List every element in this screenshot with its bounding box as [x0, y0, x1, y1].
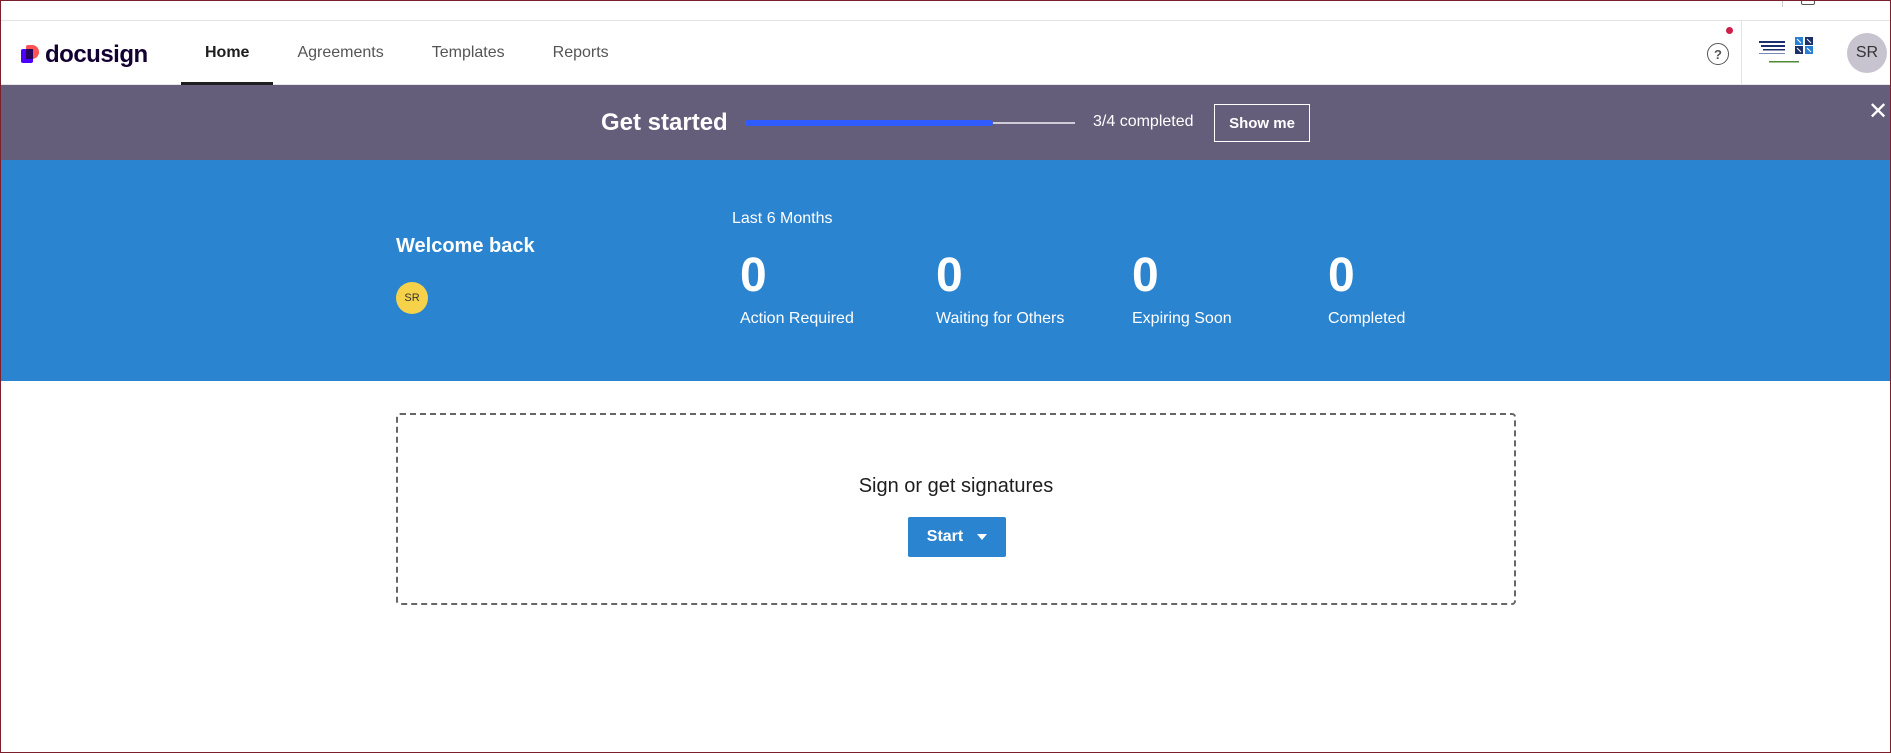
header-divider — [1741, 21, 1742, 85]
stat-action-required[interactable]: 0 Action Required — [740, 248, 920, 328]
nav-reports-label: Reports — [552, 44, 609, 61]
start-button[interactable]: Start — [908, 517, 1006, 557]
nav-templates-label: Templates — [431, 44, 505, 61]
get-started-banner: Get started 3/4 completed Show me ✕ — [1, 85, 1890, 160]
welcome-section: Welcome back SR Last 6 Months 0 Action R… — [1, 160, 1890, 381]
stat-value: 0 — [936, 249, 963, 302]
docusign-logo-icon — [21, 45, 41, 65]
main-nav: Home Agreements Templates Reports — [181, 21, 633, 85]
show-me-button[interactable]: Show me — [1214, 104, 1310, 142]
logo-text: docusign — [45, 41, 148, 68]
organization-logo-icon[interactable] — [1757, 33, 1821, 67]
chevron-down-icon — [977, 534, 988, 540]
user-avatar-initials: SR — [1855, 44, 1879, 61]
docusign-logo[interactable]: docusign — [21, 41, 148, 69]
browser-bookmark-strip — [1, 1, 1890, 21]
notification-dot — [1726, 27, 1733, 34]
folder-icon — [1801, 1, 1815, 5]
welcome-avatar: SR — [396, 282, 428, 314]
nav-home[interactable]: Home — [181, 21, 274, 85]
user-avatar-button[interactable]: SR — [1847, 33, 1887, 73]
progress-fill — [745, 120, 993, 126]
progress-bar — [745, 120, 1075, 126]
stat-completed[interactable]: 0 Completed — [1328, 248, 1508, 328]
dropzone-title: Sign or get signatures — [858, 475, 1054, 497]
nav-agreements[interactable]: Agreements — [273, 21, 407, 85]
stat-value: 0 — [740, 249, 767, 302]
nav-reports[interactable]: Reports — [529, 21, 633, 85]
app-window: docusign Home Agreements Templates Repor… — [0, 0, 1891, 753]
welcome-avatar-initials: SR — [404, 292, 420, 304]
stat-expiring-soon[interactable]: 0 Expiring Soon — [1132, 248, 1312, 328]
progress-text: 3/4 completed — [1093, 113, 1194, 130]
top-header: docusign Home Agreements Templates Repor… — [1, 21, 1890, 85]
bookmarks-folder[interactable] — [1782, 1, 1882, 7]
close-icon[interactable]: ✕ — [1867, 100, 1889, 124]
nav-agreements-label: Agreements — [297, 44, 384, 61]
stat-waiting-for-others[interactable]: 0 Waiting for Others — [936, 248, 1116, 328]
period-label: Last 6 Months — [732, 210, 833, 227]
stat-label: Completed — [1328, 310, 1406, 327]
stat-label: Action Required — [740, 310, 854, 327]
stat-value: 0 — [1132, 249, 1159, 302]
welcome-title: Welcome back — [396, 235, 535, 257]
question-circle-icon[interactable]: ? — [1707, 43, 1729, 65]
stat-label: Waiting for Others — [936, 310, 1065, 327]
sign-dropzone[interactable]: Sign or get signatures Start — [396, 413, 1516, 605]
stat-value: 0 — [1328, 249, 1355, 302]
start-button-label: Start — [926, 528, 964, 545]
banner-title: Get started — [601, 109, 728, 136]
nav-templates[interactable]: Templates — [408, 21, 529, 85]
stat-label: Expiring Soon — [1132, 310, 1232, 327]
nav-home-label: Home — [205, 44, 250, 61]
